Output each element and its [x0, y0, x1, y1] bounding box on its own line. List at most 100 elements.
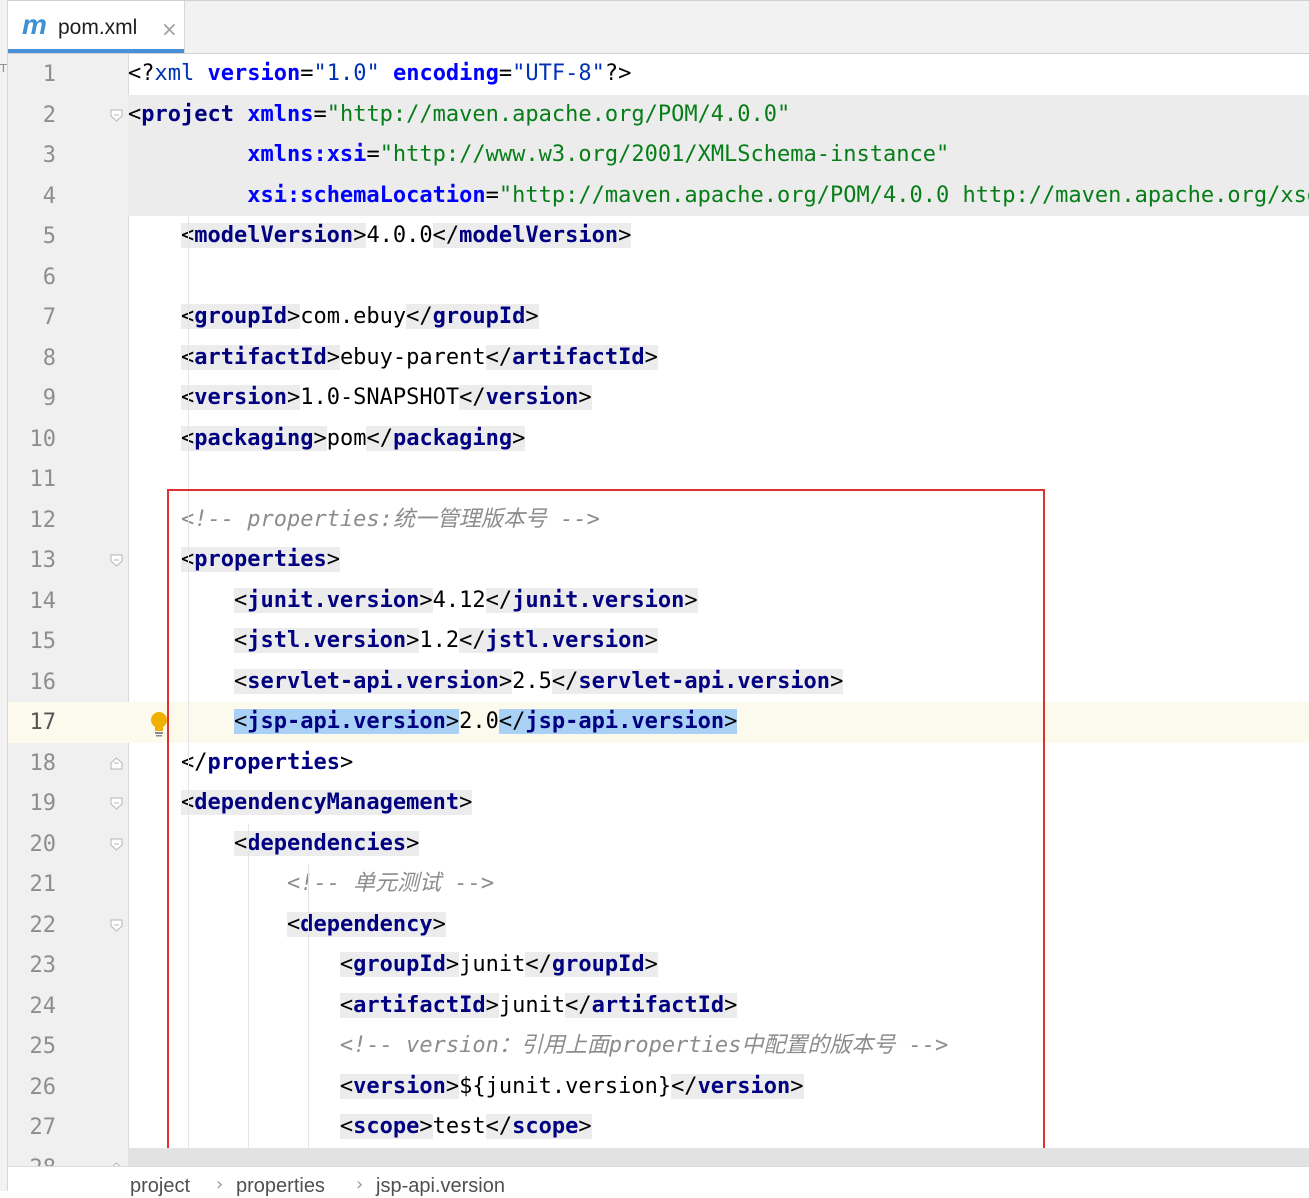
line-number: 21	[29, 872, 57, 897]
code-text: </properties>	[180, 749, 354, 775]
line-number: 1	[42, 62, 56, 87]
code-text: <version>1.0-SNAPSHOT</version>	[128, 383, 592, 413]
fold-toggle-icon[interactable]	[110, 797, 123, 810]
indent-guide	[248, 823, 249, 1166]
code-line[interactable]: 19 <dependencyManagement>	[8, 783, 1309, 824]
line-number: 24	[29, 993, 57, 1019]
code-line[interactable]: 10 <packaging>pom</packaging>	[8, 419, 1309, 460]
code-text: <properties>	[128, 545, 340, 575]
code-text: <dependencyManagement>	[128, 788, 473, 818]
code-line[interactable]: 16 <servlet-api.version>2.5</servlet-api…	[8, 662, 1309, 703]
line-number: 25	[29, 1034, 57, 1059]
code-line[interactable]: 17 <jsp-api.version>2.0</jsp-api.version…	[8, 702, 1309, 743]
line-number: 20	[29, 831, 57, 857]
line-number: 16	[29, 669, 57, 695]
line-number: 8	[42, 345, 56, 371]
code-line[interactable]: 15 <jstl.version>1.2</jstl.version>	[8, 621, 1309, 662]
line-number: 26	[29, 1074, 57, 1100]
horizontal-scrollbar[interactable]	[128, 1148, 1309, 1166]
code-line[interactable]: 23 <groupId>junit</groupId>	[8, 945, 1309, 986]
code-text: <artifactId>junit</artifactId>	[339, 992, 738, 1018]
line-number: 18	[29, 750, 57, 776]
line-number: 9	[42, 386, 56, 411]
code-text: <jsp-api.version>2.0</jsp-api.version>	[233, 709, 738, 734]
fold-toggle-icon[interactable]	[110, 919, 123, 932]
line-number: 11	[29, 467, 57, 492]
code-line[interactable]: 1 <?xml version="1.0" encoding="UTF-8"?>	[8, 54, 1309, 95]
code-text: <!-- properties:统一管理版本号 -->	[180, 506, 600, 532]
left-tool-strip: T	[0, 0, 8, 1191]
code-text: xmlns:xsi="http://www.w3.org/2001/XMLSch…	[247, 142, 950, 167]
code-line[interactable]: 18 </properties>	[8, 743, 1309, 784]
code-text: <artifactId>ebuy-parent</artifactId>	[128, 343, 658, 373]
line-number: 22	[29, 912, 57, 938]
breadcrumb-project[interactable]: project	[130, 1175, 190, 1198]
line-number: 27	[29, 1115, 57, 1140]
code-text: <junit.version>4.12</junit.version>	[233, 587, 698, 613]
code-line[interactable]: 20 <dependencies>	[8, 824, 1309, 865]
code-text: xsi:schemaLocation="http://maven.apache.…	[247, 182, 1309, 208]
fold-toggle-icon[interactable]	[110, 838, 123, 851]
code-line[interactable]: 13 <properties>	[8, 540, 1309, 581]
fold-end-icon[interactable]	[110, 756, 123, 770]
code-line[interactable]: 2 <project xmlns="http://maven.apache.org…	[8, 94, 1309, 135]
code-line[interactable]: 5 <modelVersion>4.0.0</modelVersion>	[8, 216, 1309, 257]
line-number: 13	[29, 548, 57, 573]
code-line[interactable]: 3 xmlns:xsi="http://www.w3.org/2001/XMLS…	[8, 135, 1309, 176]
tab-pom-xml[interactable]: m pom.xml ×	[8, 1, 185, 53]
line-number: 4	[42, 183, 56, 209]
breadcrumb-jsp-api-version[interactable]: jsp-api.version	[376, 1175, 505, 1198]
code-text: <jstl.version>1.2</jstl.version>	[233, 628, 658, 653]
code-line[interactable]: 11	[8, 459, 1309, 500]
code-text: <groupId>junit</groupId>	[339, 952, 658, 977]
code-editor[interactable]: 1 <?xml version="1.0" encoding="UTF-8"?> 2…	[8, 54, 1309, 1166]
code-line[interactable]: 27 <scope>test</scope>	[8, 1107, 1309, 1148]
line-number: 12	[29, 507, 57, 533]
code-text: <project xmlns="http://maven.apache.org/…	[128, 101, 791, 127]
code-text: <groupId>com.ebuy</groupId>	[128, 302, 539, 332]
breadcrumb: project › properties › jsp-api.version	[8, 1166, 1309, 1197]
code-line[interactable]: 9 <version>1.0-SNAPSHOT</version>	[8, 378, 1309, 419]
line-number: 2	[42, 102, 56, 128]
indent-guide	[308, 864, 309, 1166]
close-icon[interactable]: ×	[161, 17, 178, 41]
line-number: 17	[29, 710, 57, 735]
breadcrumb-separator: ›	[216, 1174, 224, 1195]
breadcrumb-properties[interactable]: properties	[236, 1175, 325, 1198]
line-number: 6	[42, 264, 56, 290]
fold-toggle-icon[interactable]	[110, 554, 123, 567]
line-number: 23	[29, 953, 57, 978]
line-number: 28	[8, 1156, 57, 1167]
code-text: <?xml version="1.0" encoding="UTF-8"?>	[128, 61, 632, 86]
active-tab-indicator	[8, 49, 184, 53]
code-line[interactable]: 22 <dependency>	[8, 905, 1309, 946]
code-line[interactable]: 6	[8, 257, 1309, 298]
editor-tab-bar: m pom.xml ×	[8, 0, 1309, 54]
code-line[interactable]: 14 <junit.version>4.12</junit.version>	[8, 581, 1309, 622]
code-text: <!-- 单元测试 -->	[286, 871, 495, 896]
line-number: 19	[29, 791, 57, 816]
code-text: <!-- version：引用上面properties中配置的版本号 -->	[339, 1033, 949, 1058]
breadcrumb-separator: ›	[356, 1174, 364, 1195]
code-line[interactable]: 26 <version>${junit.version}</version>	[8, 1067, 1309, 1108]
code-text: <dependencies>	[233, 830, 420, 856]
code-text: <scope>test</scope>	[339, 1114, 592, 1139]
maven-m-icon: m	[22, 9, 47, 40]
code-line[interactable]: 21 <!-- 单元测试 -->	[8, 864, 1309, 905]
code-line[interactable]: 7 <groupId>com.ebuy</groupId>	[8, 297, 1309, 338]
code-line[interactable]: 4 xsi:schemaLocation="http://maven.apach…	[8, 175, 1309, 216]
code-line[interactable]: 24 <artifactId>junit</artifactId>	[8, 986, 1309, 1027]
code-line[interactable]: 12 <!-- properties:统一管理版本号 -->	[8, 500, 1309, 541]
fold-toggle-icon[interactable]	[110, 109, 123, 122]
left-strip-label: T	[0, 62, 7, 75]
line-number: 15	[29, 629, 57, 654]
line-number: 10	[29, 426, 57, 452]
code-text: <modelVersion>4.0.0</modelVersion>	[128, 221, 632, 251]
line-number: 5	[42, 224, 56, 249]
code-line[interactable]: 8 <artifactId>ebuy-parent</artifactId>	[8, 338, 1309, 379]
code-text: <version>${junit.version}</version>	[339, 1073, 804, 1099]
code-text: <servlet-api.version>2.5</servlet-api.ve…	[233, 668, 844, 694]
code-line[interactable]: 25 <!-- version：引用上面properties中配置的版本号 --…	[8, 1026, 1309, 1067]
line-number: 14	[29, 588, 57, 614]
indent-guide	[188, 216, 189, 1166]
